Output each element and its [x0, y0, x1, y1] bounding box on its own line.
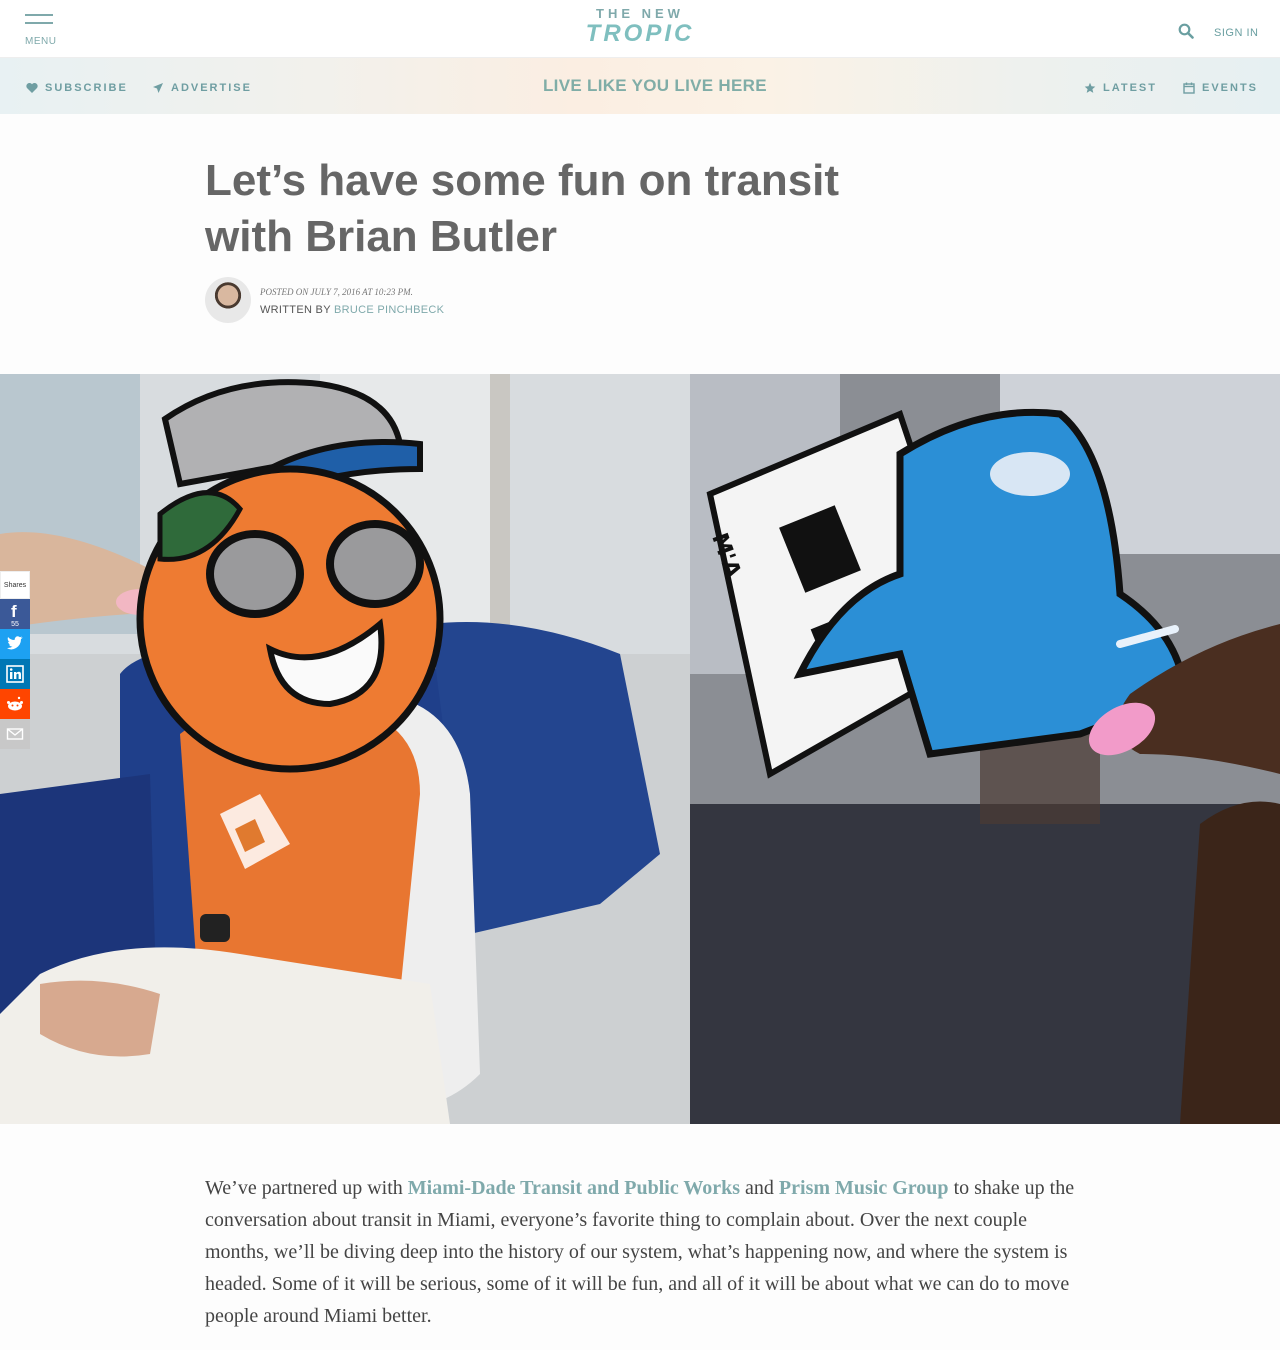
svg-text:f: f: [11, 602, 17, 621]
sign-in-link[interactable]: SIGN IN: [1214, 27, 1258, 39]
tagline[interactable]: LIVE LIKE YOU LIVE HERE: [543, 76, 767, 96]
linkedin-icon: [6, 665, 24, 683]
link-prism-music-group[interactable]: Prism Music Group: [779, 1177, 949, 1199]
body-text-1: We’ve partnered up with: [205, 1177, 408, 1199]
logo-line1: THE NEW: [596, 6, 684, 21]
site-logo[interactable]: THE NEW TROPIC: [540, 6, 740, 47]
calendar-icon: [1183, 82, 1195, 94]
author-avatar[interactable]: [205, 277, 251, 323]
share-bar: Shares f 55: [0, 571, 30, 749]
events-label: EVENTS: [1202, 82, 1259, 94]
top-header: MENU THE NEW TROPIC SIGN IN: [0, 0, 1280, 58]
hero-illustration: M'A: [0, 374, 1280, 1124]
advertise-link[interactable]: ADVERTISE: [152, 82, 252, 94]
star-icon: [1084, 82, 1096, 93]
menu-button[interactable]: MENU: [25, 14, 57, 50]
menu-label: MENU: [25, 36, 57, 47]
latest-label: LATEST: [1103, 82, 1157, 94]
post-date: POSTED ON JULY 7, 2016 AT 10:23 PM.: [260, 287, 413, 297]
subscribe-link[interactable]: SUBSCRIBE: [26, 82, 128, 94]
paper-plane-icon: [153, 83, 163, 93]
shares-label: Shares: [0, 571, 30, 599]
body-text-2: and: [740, 1177, 779, 1199]
events-link[interactable]: EVENTS: [1183, 82, 1258, 94]
written-by-label: WRITTEN BY: [260, 304, 331, 316]
article-title: Let’s have some fun on transit with Bria…: [205, 156, 840, 261]
byline: WRITTEN BY BRUCE PINCHBECK: [260, 304, 444, 316]
hamburger-icon: [25, 14, 53, 16]
hero-image: M'A: [0, 374, 1280, 1124]
logo-line2: TROPIC: [585, 20, 695, 47]
sub-navigation: SUBSCRIBE ADVERTISE LIVE LIKE YOU LIVE H…: [0, 58, 1280, 114]
twitter-share-button[interactable]: [0, 629, 30, 659]
advertise-label: ADVERTISE: [171, 82, 252, 94]
reddit-icon: [7, 696, 23, 711]
body-text-3: to shake up the conversation about trans…: [205, 1177, 1075, 1327]
facebook-count: 55: [11, 621, 19, 628]
reddit-share-button[interactable]: [0, 689, 30, 719]
envelope-icon: [6, 728, 24, 740]
link-miami-dade-transit[interactable]: Miami-Dade Transit and Public Works: [408, 1177, 740, 1199]
author-link[interactable]: BRUCE PINCHBECK: [334, 304, 444, 316]
heart-icon: [26, 82, 38, 93]
search-icon[interactable]: [1178, 23, 1194, 39]
linkedin-share-button[interactable]: [0, 659, 30, 689]
latest-link[interactable]: LATEST: [1084, 82, 1157, 94]
email-share-button[interactable]: [0, 719, 30, 749]
article-body: We’ve partnered up with Miami-Dade Trans…: [205, 1172, 1075, 1332]
facebook-share-button[interactable]: f 55: [0, 599, 30, 629]
subscribe-label: SUBSCRIBE: [45, 82, 128, 94]
twitter-icon: [7, 636, 23, 650]
